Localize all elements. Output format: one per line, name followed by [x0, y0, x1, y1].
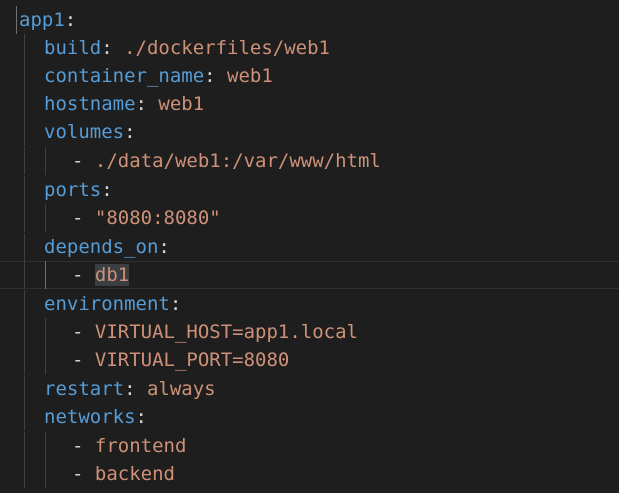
yaml-key: depends_on — [44, 236, 159, 258]
code-text: restart: always — [44, 375, 216, 403]
indent-guide — [24, 432, 25, 460]
code-text: - ./data/web1:/var/www/html — [72, 147, 381, 175]
indent-guide — [45, 318, 46, 346]
indent-guide — [24, 176, 25, 204]
code-line[interactable]: build: ./dockerfiles/web1 — [0, 34, 619, 62]
code-line[interactable]: - VIRTUAL_HOST=app1.local — [0, 318, 619, 346]
indent-guide — [24, 34, 25, 62]
code-text: - VIRTUAL_PORT=8080 — [72, 346, 289, 374]
yaml-colon: : — [158, 236, 170, 258]
yaml-colon: : — [101, 179, 113, 201]
code-line[interactable]: volumes: — [0, 118, 619, 146]
code-line[interactable]: - backend — [0, 460, 619, 488]
yaml-colon: : — [101, 37, 125, 59]
yaml-colon: : — [135, 93, 159, 115]
indent-guide — [24, 403, 25, 431]
code-text: hostname: web1 — [44, 90, 204, 118]
code-text: build: ./dockerfiles/web1 — [44, 34, 330, 62]
code-line[interactable]: depends_on: — [0, 233, 619, 261]
yaml-value: always — [146, 378, 216, 400]
list-dash: - — [72, 150, 95, 172]
indent-guide — [24, 62, 25, 90]
list-dash: - — [72, 349, 95, 371]
code-editor[interactable]: app1: build: ./dockerfiles/web1 containe… — [0, 0, 619, 493]
yaml-key: app1 — [19, 9, 65, 31]
yaml-key: hostname — [44, 93, 136, 115]
code-line[interactable]: - ./data/web1:/var/www/html — [0, 147, 619, 175]
list-dash: - — [72, 435, 95, 457]
yaml-colon: : — [124, 378, 147, 400]
indent-guide — [24, 346, 25, 374]
code-text: networks: — [44, 403, 147, 431]
yaml-key: restart — [44, 378, 125, 400]
list-item-value: VIRTUAL_HOST=app1.local — [94, 321, 358, 343]
yaml-colon: : — [204, 65, 228, 87]
list-item-value: VIRTUAL_PORT=8080 — [94, 349, 290, 371]
code-text: ports: — [44, 176, 113, 204]
indent-guide — [45, 261, 46, 289]
code-text: depends_on: — [44, 233, 170, 261]
code-line[interactable]: app1: — [0, 6, 619, 34]
yaml-colon: : — [124, 121, 136, 143]
code-text: - db1 — [72, 261, 130, 289]
code-text: - VIRTUAL_HOST=app1.local — [72, 318, 358, 346]
list-item-value: ./data/web1:/var/www/html — [94, 150, 381, 172]
code-text: - frontend — [72, 432, 186, 460]
code-line[interactable]: - "8080:8080" — [0, 204, 619, 232]
current-code-line[interactable]: - db1 — [0, 261, 619, 289]
yaml-key: environment — [44, 293, 170, 315]
list-dash: - — [72, 463, 95, 485]
indent-guide — [24, 204, 25, 232]
code-line[interactable]: container_name: web1 — [0, 62, 619, 90]
code-line[interactable]: - frontend — [0, 432, 619, 460]
code-text: - backend — [72, 460, 175, 488]
indent-guide — [24, 90, 25, 118]
indent-guide — [45, 147, 46, 175]
list-item-value: frontend — [94, 435, 187, 457]
yaml-key: build — [44, 37, 102, 59]
indent-guide — [16, 6, 17, 34]
indent-guide — [24, 375, 25, 403]
yaml-colon: : — [169, 293, 182, 315]
selected-word: db1 — [94, 264, 130, 286]
indent-guide — [24, 290, 25, 318]
yaml-key: ports — [44, 179, 102, 201]
yaml-key: networks — [44, 406, 136, 428]
code-text: volumes: — [44, 118, 136, 146]
code-line[interactable]: - VIRTUAL_PORT=8080 — [0, 346, 619, 374]
code-text: environment: — [44, 290, 181, 318]
yaml-key: volumes — [44, 121, 125, 143]
yaml-colon: : — [64, 9, 77, 31]
indent-guide — [45, 204, 46, 232]
indent-guide — [45, 432, 46, 460]
code-line[interactable]: hostname: web1 — [0, 90, 619, 118]
list-dash: - — [72, 264, 95, 286]
yaml-key: container_name — [44, 65, 205, 87]
code-line[interactable]: restart: always — [0, 375, 619, 403]
list-item-value: backend — [94, 463, 175, 485]
indent-guide — [24, 318, 25, 346]
yaml-value: ./dockerfiles/web1 — [124, 37, 330, 59]
code-text: - "8080:8080" — [72, 204, 221, 232]
indent-guide — [45, 460, 46, 488]
yaml-colon: : — [135, 406, 147, 428]
yaml-value: web1 — [158, 93, 205, 115]
indent-guide — [24, 261, 25, 289]
indent-guide — [45, 346, 46, 374]
list-dash: - — [72, 207, 95, 229]
code-line[interactable]: ports: — [0, 176, 619, 204]
indent-guide — [24, 233, 25, 261]
indent-guide — [24, 118, 25, 146]
list-item-value: "8080:8080" — [94, 207, 221, 229]
indent-guide — [24, 147, 25, 175]
code-line[interactable]: networks: — [0, 403, 619, 431]
yaml-value: web1 — [227, 65, 273, 87]
code-text: app1: — [19, 6, 76, 34]
code-line[interactable]: environment: — [0, 290, 619, 318]
indent-guide — [24, 460, 25, 488]
code-text: container_name: web1 — [44, 62, 273, 90]
list-dash: - — [72, 321, 95, 343]
